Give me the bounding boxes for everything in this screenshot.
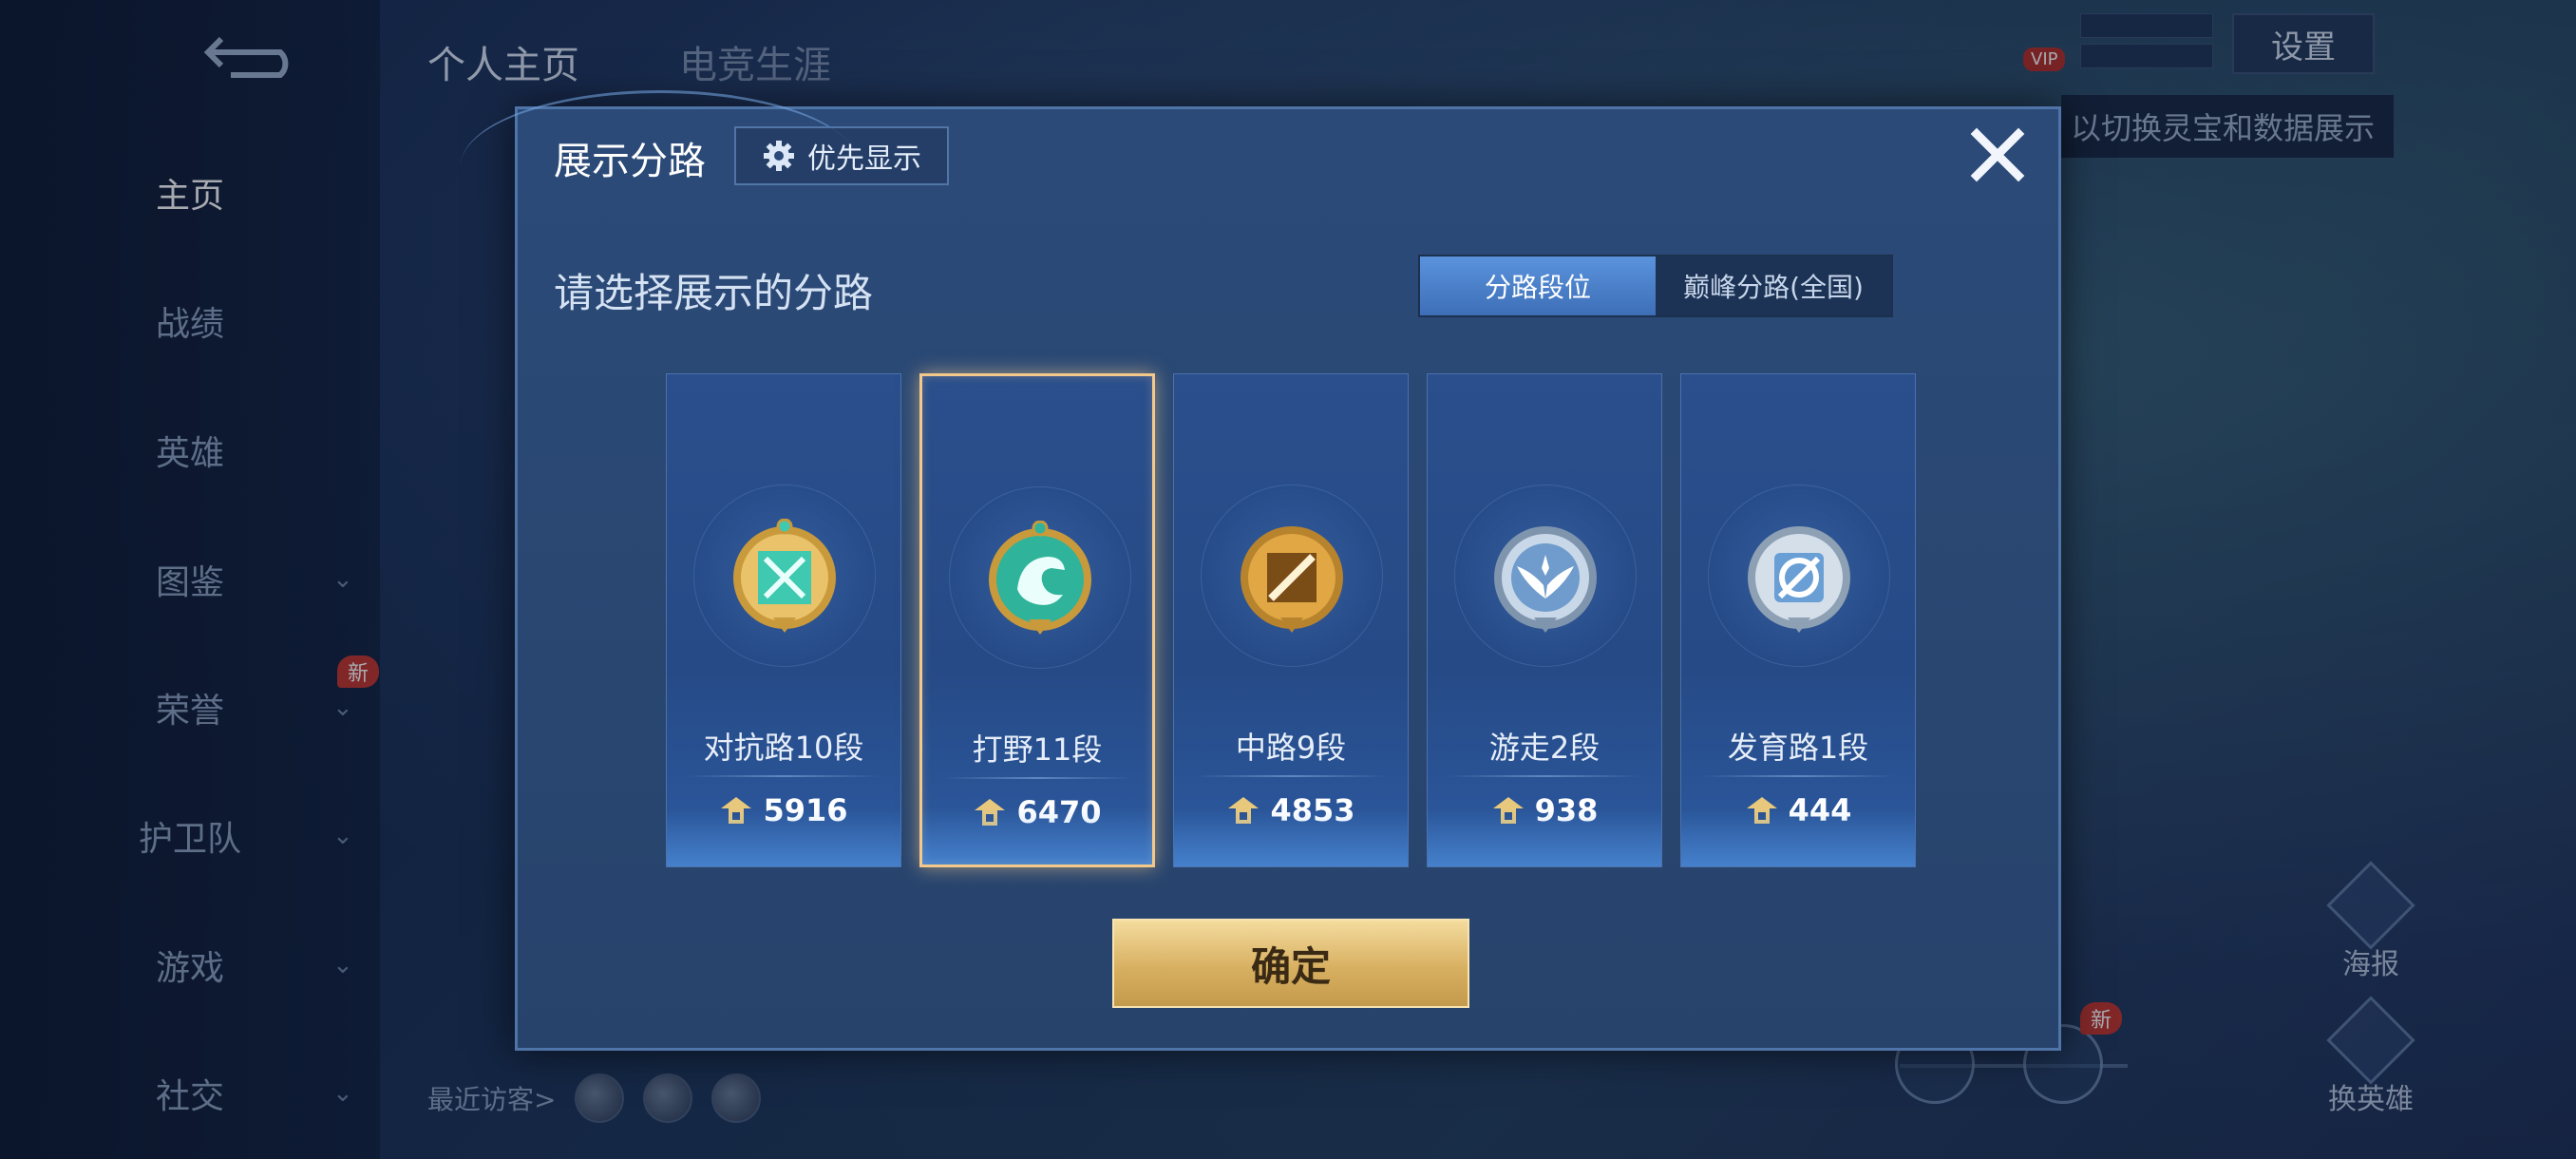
clash-lane-emblem <box>733 519 836 633</box>
lane-rank: 对抗路10段 <box>703 730 864 766</box>
lane-card-list: 对抗路10段 5916 打野11段 <box>666 373 1916 867</box>
display-mode-toggle: 分路段位 巅峰分路(全国) <box>1418 255 1893 317</box>
mid-lane-emblem <box>1241 526 1343 633</box>
lane-card-jungle[interactable]: 打野11段 6470 <box>919 373 1155 867</box>
jungle-dragon-emblem <box>989 521 1091 635</box>
divider <box>688 775 880 777</box>
card-glow <box>922 808 1152 864</box>
lane-rank: 游走2段 <box>1488 730 1601 766</box>
divider <box>1195 775 1387 777</box>
confirm-button[interactable]: 确定 <box>1112 919 1469 1008</box>
divider <box>943 777 1131 779</box>
lane-card-roam[interactable]: 游走2段 938 <box>1427 373 1662 867</box>
card-glow <box>667 809 900 866</box>
priority-display-label: 优先显示 <box>807 142 921 176</box>
dialog-title: 展示分路 <box>554 140 706 183</box>
close-icon <box>1970 127 2025 182</box>
lane-card-farm[interactable]: 发育路1段 444 <box>1680 373 1916 867</box>
roam-wings-emblem <box>1494 526 1597 633</box>
lane-rank: 发育路1段 <box>1727 730 1869 766</box>
card-glow <box>1174 809 1408 866</box>
lane-card-clash[interactable]: 对抗路10段 5916 <box>666 373 901 867</box>
lane-card-mid[interactable]: 中路9段 4853 <box>1173 373 1409 867</box>
lane-display-dialog: 展示分路 优先显示 请选择展示的分路 分路段位 巅峰分路(全国) 对抗路10段 … <box>461 90 2061 1051</box>
dialog-subtitle: 请选择展示的分路 <box>554 270 874 316</box>
close-button[interactable] <box>1960 117 2036 193</box>
priority-display-button[interactable]: 优先显示 <box>734 126 949 185</box>
toggle-lane-rank[interactable]: 分路段位 <box>1420 256 1656 315</box>
gear-icon <box>764 141 794 171</box>
lane-rank: 打野11段 <box>972 732 1103 768</box>
divider <box>1702 775 1894 777</box>
lane-rank: 中路9段 <box>1235 730 1347 766</box>
divider <box>1449 775 1640 777</box>
card-glow <box>1428 809 1661 866</box>
toggle-peak-lane[interactable]: 巅峰分路(全国) <box>1656 256 1891 315</box>
farm-lane-emblem <box>1748 526 1850 633</box>
card-glow <box>1681 809 1915 866</box>
